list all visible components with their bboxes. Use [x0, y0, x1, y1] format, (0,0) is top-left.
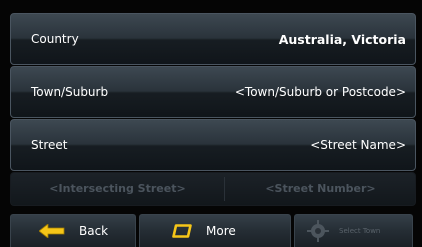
back-label: Back: [79, 224, 109, 238]
intersection-number-row: <Intersecting Street> <Street Number>: [10, 172, 416, 206]
back-arrow-icon: [39, 224, 65, 238]
country-row[interactable]: Country Australia, Victoria: [10, 13, 416, 65]
select-town-label: Select Town: [339, 227, 381, 235]
town-suburb-row[interactable]: Town/Suburb <Town/Suburb or Postcode>: [10, 66, 416, 118]
more-button[interactable]: More: [139, 214, 291, 247]
country-value: Australia, Victoria: [278, 31, 406, 47]
target-icon: [307, 220, 329, 242]
back-button[interactable]: Back: [10, 214, 136, 247]
select-town-button[interactable]: Select Town: [294, 214, 413, 247]
street-label: Street: [31, 138, 68, 152]
country-label: Country: [31, 32, 79, 46]
street-row[interactable]: Street <Street Name>: [10, 119, 416, 171]
bottom-toolbar: Back More Select Town: [10, 214, 416, 247]
more-label: More: [206, 224, 236, 238]
town-suburb-value: <Town/Suburb or Postcode>: [234, 85, 406, 99]
street-value: <Street Name>: [310, 138, 406, 152]
street-number-field: <Street Number>: [265, 182, 376, 195]
town-suburb-label: Town/Suburb: [31, 85, 109, 99]
intersecting-street-field: <Intersecting Street>: [49, 182, 186, 195]
more-rectangle-icon: [172, 224, 192, 238]
